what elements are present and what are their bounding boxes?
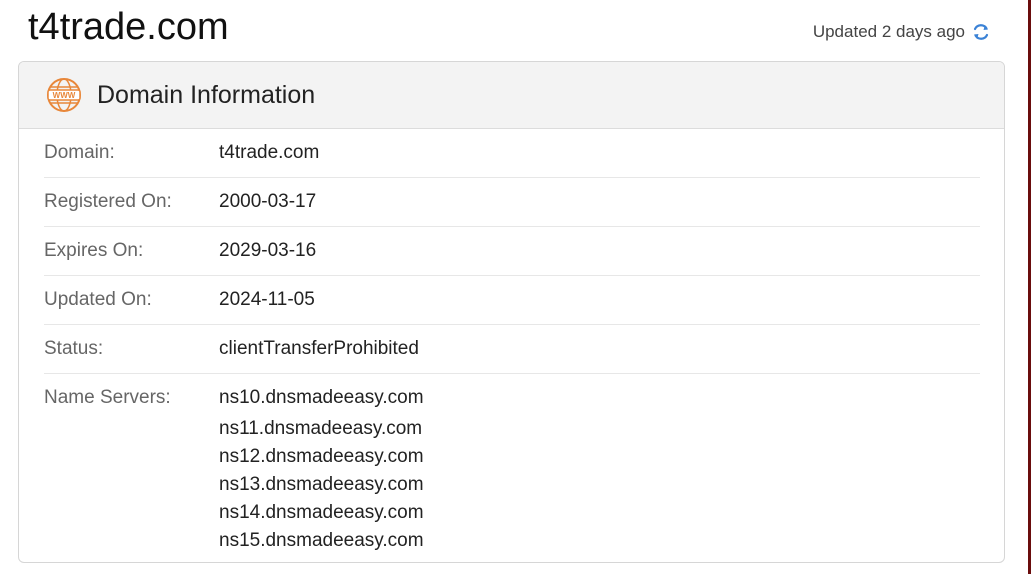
row-label: Name Servers: [44,387,171,408]
row-status: Status: clientTransferProhibited [44,325,980,374]
name-server-item: ns11.dnsmadeeasy.com [219,418,423,439]
row-value: 2024-11-05 [219,289,315,310]
name-server-item: ns10.dnsmadeeasy.com [219,387,424,408]
name-server-item: ns15.dnsmadeeasy.com [219,530,424,551]
row-label: Updated On: [44,289,152,310]
card-title: Domain Information [97,80,316,109]
name-server-item: ns13.dnsmadeeasy.com [219,474,424,495]
domain-information-card: WWW Domain Information Domain: t4trade.c… [18,61,1005,563]
row-expires-on: Expires On: 2029-03-16 [44,227,980,276]
row-label: Expires On: [44,240,144,261]
name-server-item: ns12.dnsmadeeasy.com [219,446,424,467]
www-globe-icon: WWW [45,76,83,114]
info-rows: Domain: t4trade.com Registered On: 2000-… [19,129,1004,555]
row-domain: Domain: t4trade.com [44,129,980,178]
row-updated-on: Updated On: 2024-11-05 [44,276,980,325]
row-value: t4trade.com [219,142,320,163]
svg-text:WWW: WWW [53,91,76,100]
updated-text: Updated 2 days ago [812,22,965,41]
page-title: t4trade.com [28,6,229,48]
row-value: 2000-03-17 [219,191,317,212]
row-name-servers: Name Servers: ns10.dnsmadeeasy.com ns11.… [44,374,980,555]
row-label: Status: [44,338,104,359]
name-server-list: ns10.dnsmadeeasy.com ns11.dnsmadeeasy.co… [219,374,424,555]
row-label: Registered On: [44,191,172,212]
name-server-item: ns14.dnsmadeeasy.com [219,502,424,523]
row-value: 2029-03-16 [219,240,317,261]
row-label: Domain: [44,142,115,163]
card-header: WWW Domain Information [19,62,1004,129]
refresh-icon[interactable] [971,22,991,42]
row-registered-on: Registered On: 2000-03-17 [44,178,980,227]
row-value: clientTransferProhibited [219,338,419,359]
updated-status: Updated 2 days ago [813,22,991,42]
whois-page: t4trade.com Updated 2 days ago WWW Domai… [0,0,1031,574]
